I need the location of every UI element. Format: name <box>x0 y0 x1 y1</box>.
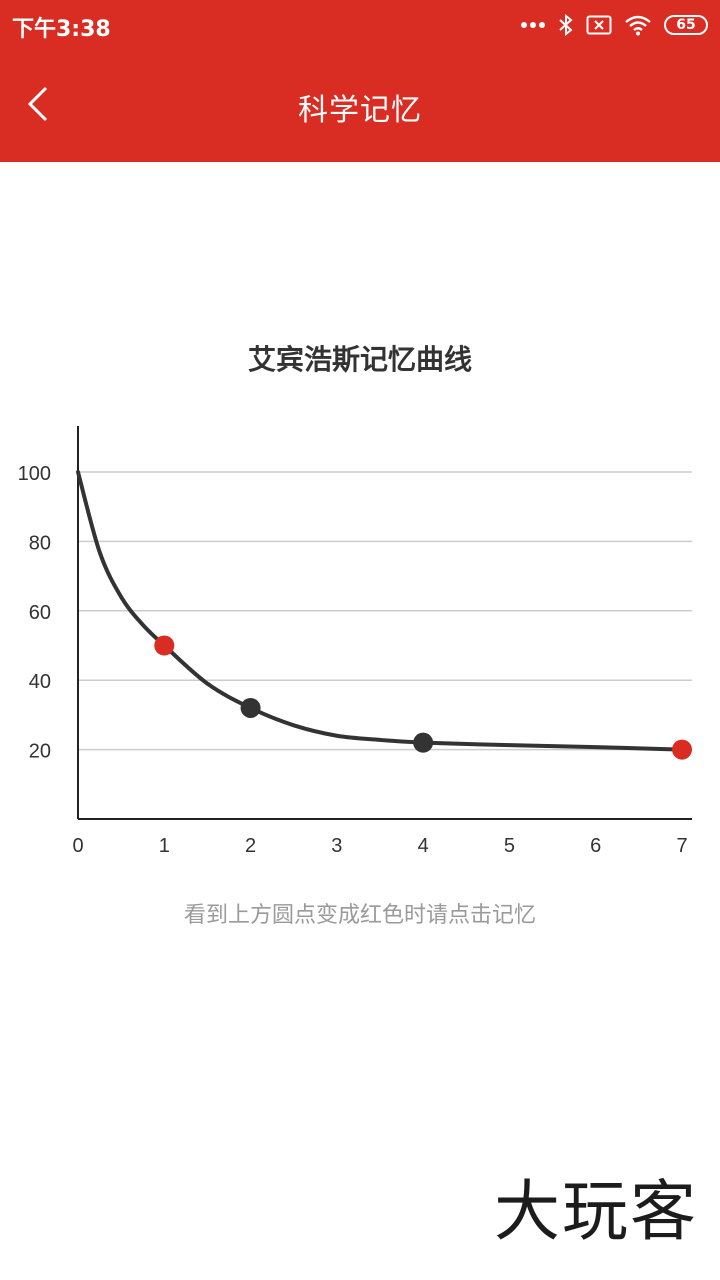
battery-icon: 65 <box>664 15 708 35</box>
status-icons: 65 <box>520 12 708 38</box>
x-tick-label: 3 <box>331 835 342 857</box>
data-point <box>240 697 261 718</box>
chart-title: 艾宾浩斯记忆曲线 <box>247 343 472 376</box>
sim-error-icon <box>586 14 612 36</box>
watermark-logo: 大玩客 <box>494 1173 698 1250</box>
x-tick-label: 4 <box>418 835 429 857</box>
x-tick-label: 1 <box>159 835 170 857</box>
x-tick-label: 0 <box>72 835 83 857</box>
status-time: 下午3:38 <box>12 17 111 42</box>
app-bar: 科学记忆 <box>0 52 720 162</box>
y-tick-label: 40 <box>29 671 51 693</box>
y-tick-label: 80 <box>29 532 51 554</box>
x-tick-label: 2 <box>245 835 256 857</box>
dots-icon <box>520 21 546 29</box>
status-bar: 下午3:38 65 <box>0 0 720 52</box>
chevron-left-icon <box>26 84 50 128</box>
x-tick-label: 5 <box>504 835 515 857</box>
y-tick-label: 20 <box>29 741 51 763</box>
y-tick-label: 60 <box>29 602 51 624</box>
y-tick-label: 100 <box>18 463 51 485</box>
bluetooth-icon <box>558 13 574 37</box>
x-tick-label: 7 <box>676 835 687 857</box>
hint-text: 看到上方圆点变成红色时请点击记忆 <box>183 903 536 928</box>
page-title: 科学记忆 <box>298 93 422 128</box>
wifi-icon <box>624 14 652 36</box>
forgetting-curve-chart: 20 40 60 80 100 0 1 2 3 4 5 6 7 <box>18 426 692 857</box>
x-tick-label: 6 <box>590 835 601 857</box>
data-point <box>413 732 434 753</box>
data-point <box>154 635 175 656</box>
back-button[interactable] <box>14 76 62 136</box>
data-point <box>672 739 692 760</box>
